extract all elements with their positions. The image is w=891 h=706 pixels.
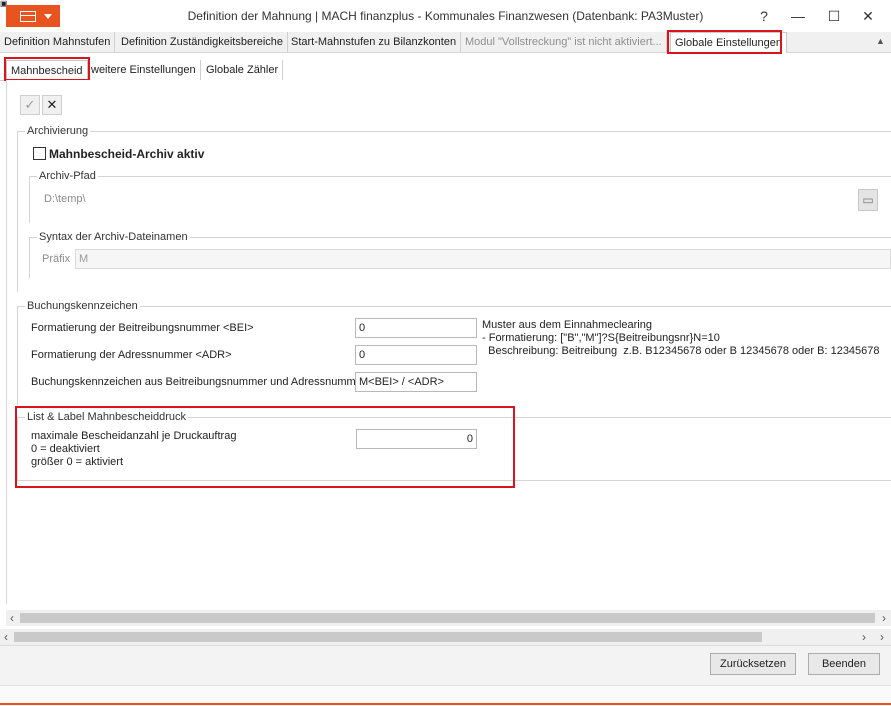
outer-scroll-right-2-icon[interactable]: › — [876, 629, 888, 645]
reset-button[interactable]: Zurücksetzen — [710, 653, 796, 675]
inner-horizontal-scrollbar[interactable]: ‹ › — [6, 610, 891, 626]
subtab-weitere-einstellungen[interactable]: weitere Einstellungen — [87, 60, 201, 80]
outer-scroll-right-icon[interactable]: › — [858, 629, 870, 645]
bei-input[interactable]: 0 — [355, 318, 477, 338]
tab-start-mahnstufen[interactable]: Start-Mahnstufen zu Bilanzkonten — [287, 32, 462, 52]
highlight-listlabel — [15, 406, 515, 488]
praefix-label: Präfix — [42, 253, 71, 265]
close-dialog-button[interactable]: Beenden — [808, 653, 880, 675]
archiv-aktiv-label: Mahnbescheid-Archiv aktiv — [49, 147, 205, 161]
syntax-title: Syntax der Archiv-Dateinamen — [37, 231, 190, 243]
scroll-right-icon[interactable]: › — [878, 610, 890, 626]
highlight-mahnbescheid — [4, 57, 90, 81]
close-button[interactable]: ✕ — [856, 6, 880, 26]
adr-label: Formatierung der Adressnummer <ADR> — [31, 349, 232, 361]
title-bar: ▣ Definition der Mahnung | MACH finanzpl… — [0, 0, 891, 32]
inner-scroll-thumb[interactable] — [20, 613, 875, 623]
bei-label: Formatierung der Beitreibungsnummer <BEI… — [31, 322, 254, 334]
help-button[interactable]: ? — [752, 6, 776, 26]
archiv-aktiv-checkbox[interactable] — [33, 147, 46, 160]
archiv-pfad-title: Archiv-Pfad — [37, 170, 98, 182]
hint-line-3: Beschreibung: Beitreibung z.B. B12345678… — [482, 345, 880, 357]
archiv-pfad-group — [29, 176, 891, 223]
buchungskennzeichen-title: Buchungskennzeichen — [25, 300, 140, 312]
sub-tab-bar: Mahnbescheid weitere Einstellungen Globa… — [0, 60, 891, 81]
tab-definition-mahnstufen[interactable]: Definition Mahnstufen — [0, 32, 116, 52]
kz-input[interactable]: M<BEI> / <ADR> — [355, 372, 477, 392]
subtab-globale-zaehler[interactable]: Globale Zähler — [202, 60, 284, 80]
adr-input[interactable]: 0 — [355, 345, 477, 365]
maximize-button[interactable]: ☐ — [822, 6, 846, 26]
outer-scroll-left-icon[interactable]: ‹ — [0, 629, 12, 645]
hint-line-2: - Formatierung: ["B","M"]?S{Beitreibungs… — [482, 332, 720, 344]
outer-horizontal-scrollbar[interactable]: ‹ › › — [0, 629, 891, 645]
archivierung-title: Archivierung — [25, 125, 91, 137]
tab-definition-zustaendigkeitsbereiche[interactable]: Definition Zuständigkeitsbereiche — [117, 32, 289, 52]
confirm-button[interactable]: ✓ — [20, 95, 40, 115]
cancel-button[interactable]: ✕ — [42, 95, 62, 115]
outer-scroll-thumb[interactable] — [14, 632, 762, 642]
tab-vollstreckung-disabled: Modul "Vollstreckung" ist nicht aktivier… — [461, 32, 667, 52]
scroll-left-icon[interactable]: ‹ — [6, 610, 18, 626]
highlight-globale-einstellungen — [667, 30, 782, 54]
hint-line-1: Muster aus dem Einnahmeclearing — [482, 319, 652, 331]
praefix-input[interactable]: M — [75, 249, 891, 269]
kz-label: Buchungskennzeichen aus Beitreibungsnumm… — [31, 376, 366, 388]
minimize-button[interactable]: — — [786, 6, 810, 26]
folder-browse-icon[interactable]: ▭ — [858, 189, 878, 211]
tab-scroll-up-icon[interactable]: ▲ — [876, 36, 885, 46]
archiv-pfad-value: D:\temp\ — [44, 193, 86, 205]
